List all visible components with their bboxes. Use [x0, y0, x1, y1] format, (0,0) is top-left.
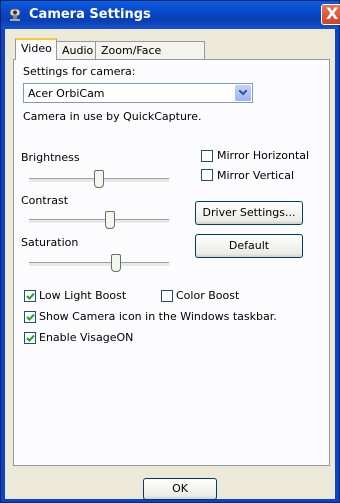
chevron-down-icon[interactable] [235, 85, 251, 101]
window-title: Camera Settings [29, 7, 151, 22]
close-button[interactable]: X [321, 4, 340, 25]
contrast-slider-thumb[interactable] [105, 211, 116, 229]
contrast-label: Contrast [21, 194, 69, 207]
enable-visageon-label[interactable]: Enable VisageON [39, 331, 133, 344]
color-boost-checkbox[interactable] [161, 290, 173, 302]
tab-zoom-face-tracking[interactable]: Zoom/Face Tracking [95, 41, 205, 70]
tab-audio[interactable]: Audio [56, 41, 96, 59]
taskbar-icon-checkbox[interactable] [24, 311, 36, 323]
saturation-label: Saturation [21, 236, 79, 249]
mirror-horizontal-label[interactable]: Mirror Horizontal [217, 149, 309, 162]
camera-status-text: Camera in use by QuickCapture. [23, 110, 202, 123]
mirror-horizontal-checkbox[interactable] [201, 150, 213, 162]
taskbar-icon-label[interactable]: Show Camera icon in the Windows taskbar. [39, 310, 277, 323]
color-boost-label[interactable]: Color Boost [176, 289, 239, 302]
window-frame-right [335, 29, 339, 501]
camera-select-value: Acer OrbiCam [28, 87, 105, 100]
brightness-slider-thumb[interactable] [94, 170, 104, 188]
camera-select[interactable]: Acer OrbiCam [23, 83, 253, 103]
close-icon: X [326, 4, 339, 23]
low-light-boost-checkbox[interactable] [24, 290, 36, 302]
mirror-vertical-checkbox[interactable] [201, 169, 213, 181]
ok-label: OK [172, 482, 188, 495]
default-button[interactable]: Default [195, 234, 303, 258]
ok-button[interactable]: OK [143, 478, 217, 500]
tab-video[interactable]: Video [15, 38, 57, 60]
camera-icon [7, 7, 23, 23]
settings-for-camera-label: Settings for camera: [23, 65, 136, 78]
saturation-slider-thumb[interactable] [110, 254, 121, 272]
title-bar[interactable]: Camera Settings X [1, 1, 340, 29]
enable-visageon-checkbox[interactable] [24, 332, 36, 344]
default-label: Default [228, 239, 270, 252]
brightness-label: Brightness [21, 151, 80, 164]
low-light-boost-label[interactable]: Low Light Boost [39, 289, 126, 302]
camera-settings-window: Camera Settings X Video Audio Zoom/Face … [0, 0, 340, 503]
mirror-vertical-label[interactable]: Mirror Vertical [217, 169, 294, 182]
contrast-slider-track[interactable] [29, 219, 169, 224]
tab-audio-label: Audio [62, 44, 94, 57]
tab-video-label: Video [21, 42, 52, 55]
driver-settings-button[interactable]: Driver Settings... [195, 201, 303, 225]
window-frame-left [1, 29, 5, 501]
saturation-slider-track[interactable] [29, 262, 169, 267]
driver-settings-label: Driver Settings... [202, 206, 296, 219]
